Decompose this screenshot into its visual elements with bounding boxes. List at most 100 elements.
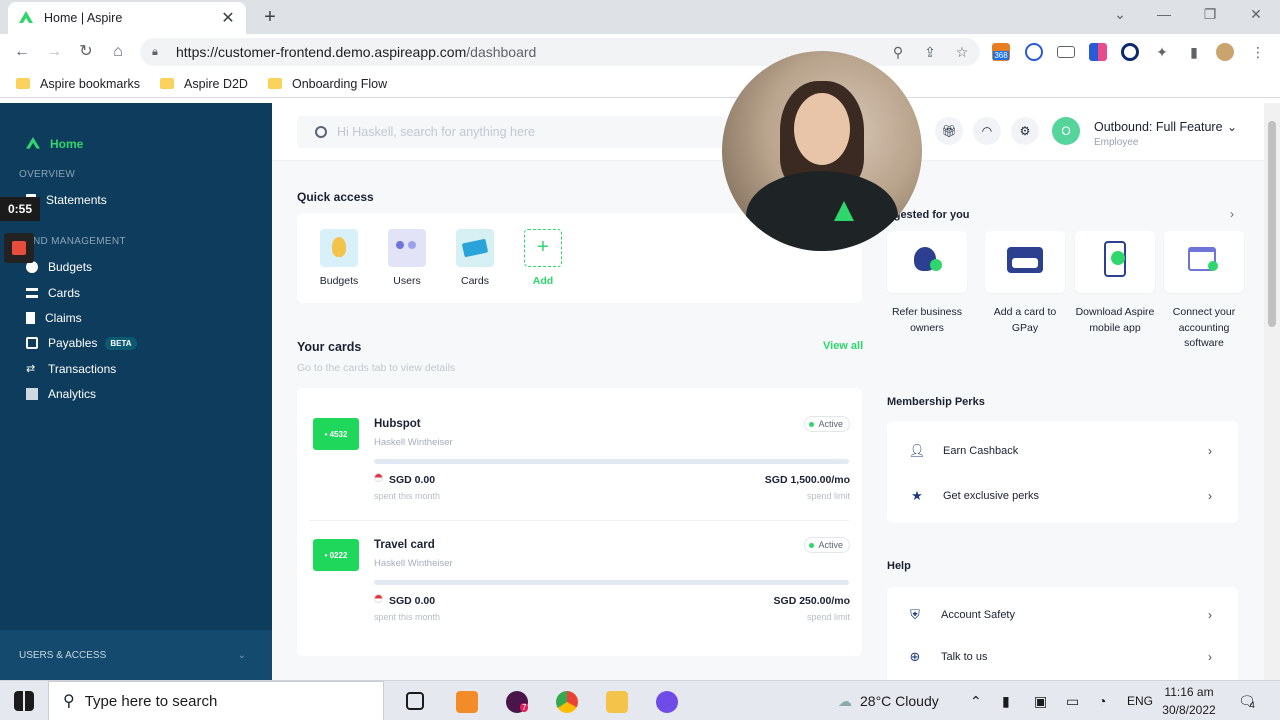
sidebar-item-transactions[interactable]: ⇄ Transactions [26, 362, 116, 376]
analytics-icon [26, 388, 38, 400]
chrome-icon[interactable] [556, 691, 578, 713]
task-view-icon[interactable] [406, 692, 424, 710]
wifi-icon[interactable]: ◔ [1098, 681, 1106, 720]
card-row[interactable]: • 0222 Travel card Haskell Wintheiser Ac… [297, 509, 862, 641]
page-scrollbar[interactable] [1264, 103, 1280, 680]
sidebar-item-payables[interactable]: Payables BETA [26, 336, 137, 350]
sidebar-item-cards[interactable]: Cards [26, 286, 80, 300]
close-tab-icon[interactable]: ✕ [220, 8, 236, 28]
account-name[interactable]: Outbound: Full Feature [1094, 120, 1223, 134]
sidebar-item-home[interactable]: Home [26, 137, 83, 151]
system-clock[interactable]: 11:16 am 30/8/2022 [1158, 683, 1220, 719]
stop-recording-button[interactable] [4, 233, 34, 263]
card-row[interactable]: • 4532 Hubspot Haskell Wintheiser Active… [297, 388, 862, 520]
home-icon[interactable]: ⌂ [108, 42, 128, 62]
file-explorer-icon[interactable] [606, 691, 628, 713]
avatar[interactable]: O [1052, 117, 1080, 145]
reload-icon[interactable]: ↻ [76, 42, 96, 62]
close-window-icon[interactable]: ✕ [1246, 6, 1266, 23]
new-tab-icon[interactable]: + [260, 6, 280, 29]
weather-widget[interactable]: ☁ 28°C Cloudy [838, 681, 939, 720]
suggestion-refer[interactable]: Refer business owners [886, 231, 968, 336]
tab-search-chevron-icon[interactable]: ⌄ [1110, 6, 1130, 23]
suggestion-mobile-app[interactable]: Download Aspire mobile app [1074, 231, 1156, 336]
quick-access-cards[interactable]: Cards [445, 229, 505, 287]
status-dot-icon [809, 542, 815, 548]
zoom-icon[interactable]: ⚲ [888, 42, 908, 62]
quick-access-users[interactable]: Users [377, 229, 437, 287]
windows-start-icon[interactable] [14, 691, 34, 711]
extensions-puzzle-icon[interactable]: ✦ [1152, 42, 1172, 62]
quick-access-budgets[interactable]: Budgets [309, 229, 369, 287]
profile-avatar-icon[interactable] [1216, 43, 1234, 61]
shield-icon: ⛨ [910, 607, 920, 622]
webcam-overlay [722, 51, 922, 251]
app-sidebar: Home OVERVIEW Statements ND MANAGEMENT B… [0, 103, 272, 680]
gpay-card-icon [985, 231, 1065, 293]
battery-icon[interactable]: ▭ [1066, 681, 1079, 720]
microphone-icon[interactable]: ▮ [1002, 681, 1010, 720]
bookmark-folder[interactable]: Aspire D2D [160, 77, 248, 91]
status-badge: Active [804, 416, 850, 432]
password-manager-icon[interactable] [1025, 43, 1043, 61]
restore-icon[interactable]: ❐ [1200, 6, 1220, 23]
tray-app-icon[interactable]: ▣ [1034, 681, 1047, 720]
status-badge: Active [804, 537, 850, 553]
app-purple-icon[interactable] [656, 691, 678, 713]
sidebar-item-claims[interactable]: Claims [26, 311, 82, 325]
quick-access-add[interactable]: + Add [513, 229, 573, 287]
view-all-link[interactable]: View all [823, 340, 863, 352]
menu-kebab-icon[interactable]: ⋮ [1248, 42, 1268, 62]
browser-tab[interactable]: Home | Aspire ✕ [8, 2, 246, 34]
support-headset-icon[interactable]: ◠ [973, 117, 1001, 145]
app-orange-icon[interactable] [456, 691, 478, 713]
notifications-icon[interactable]: 🗨︎ 4 [1238, 681, 1256, 720]
extension-368-icon[interactable]: 368 [992, 43, 1010, 61]
card-spent: SGD 0.00 [389, 474, 436, 486]
minimize-icon[interactable]: — [1154, 6, 1174, 22]
taskbar-search-input[interactable]: ⚲ Type here to search [48, 681, 384, 720]
plus-icon: + [524, 229, 562, 267]
settings-gear-icon[interactable]: ⚙ [1011, 117, 1039, 145]
account-chevron-down-icon[interactable]: ⌄ [1227, 120, 1237, 134]
language-indicator[interactable]: ENG [1127, 681, 1153, 720]
folder-icon [160, 78, 175, 89]
spent-label: spent this month [374, 491, 441, 501]
payables-icon [26, 337, 38, 349]
chevron-right-icon[interactable]: › [1230, 207, 1234, 221]
extension-q-icon[interactable] [1121, 43, 1139, 61]
windows-taskbar: ⚲ Type here to search 7 ☁ 28°C Cloudy ⌃ … [0, 680, 1280, 720]
suggestion-accounting[interactable]: Connect your accounting software [1163, 231, 1245, 352]
suggestion-gpay[interactable]: Add a card to GPay [984, 231, 1066, 336]
sidebar-item-budgets[interactable]: Budgets [26, 260, 92, 274]
limit-label: spend limit [806, 612, 850, 622]
chevron-right-icon: › [1208, 489, 1212, 503]
card-name: Hubspot [374, 418, 421, 430]
help-panel: ⛨ Account Safety › ⊕ Talk to us › [887, 587, 1238, 680]
bookmark-folder[interactable]: Aspire bookmarks [16, 77, 140, 91]
perk-exclusive[interactable]: ★ Get exclusive perks › [887, 474, 1238, 518]
url-text: https://customer-frontend.demo.aspireapp… [176, 44, 537, 60]
money-bag-icon [320, 229, 358, 267]
refer-user-icon [887, 231, 967, 293]
gift-icon[interactable]: 🎁︎ [935, 117, 963, 145]
perk-earn-cashback[interactable]: 👤︎ Earn Cashback › [887, 429, 1238, 473]
search-input[interactable]: Hi Haskell, search for anything here [297, 116, 727, 148]
calendar-icon [1164, 231, 1244, 293]
bookmark-star-icon[interactable]: ☆ [952, 42, 972, 62]
forward-icon[interactable]: → [44, 42, 64, 62]
sidebar-item-analytics[interactable]: Analytics [26, 387, 96, 401]
sidebar-section-users-access[interactable]: USERS & ACCESS ⌄ [0, 630, 272, 680]
slack-icon[interactable]: 7 [506, 691, 529, 713]
help-account-safety[interactable]: ⛨ Account Safety › [887, 593, 1238, 637]
bookmark-folder[interactable]: Onboarding Flow [267, 77, 387, 91]
extension-grid-icon[interactable] [1089, 43, 1107, 61]
limit-label: spend limit [806, 491, 850, 501]
scrollbar-thumb[interactable] [1268, 121, 1276, 327]
tray-chevron-up-icon[interactable]: ⌃ [970, 681, 982, 720]
cast-icon[interactable] [1057, 46, 1075, 58]
side-panel-icon[interactable]: ▮ [1184, 42, 1204, 62]
help-talk-to-us[interactable]: ⊕ Talk to us › [887, 635, 1238, 679]
back-icon[interactable]: ← [12, 42, 32, 62]
share-icon[interactable]: ⇪ [920, 42, 940, 62]
